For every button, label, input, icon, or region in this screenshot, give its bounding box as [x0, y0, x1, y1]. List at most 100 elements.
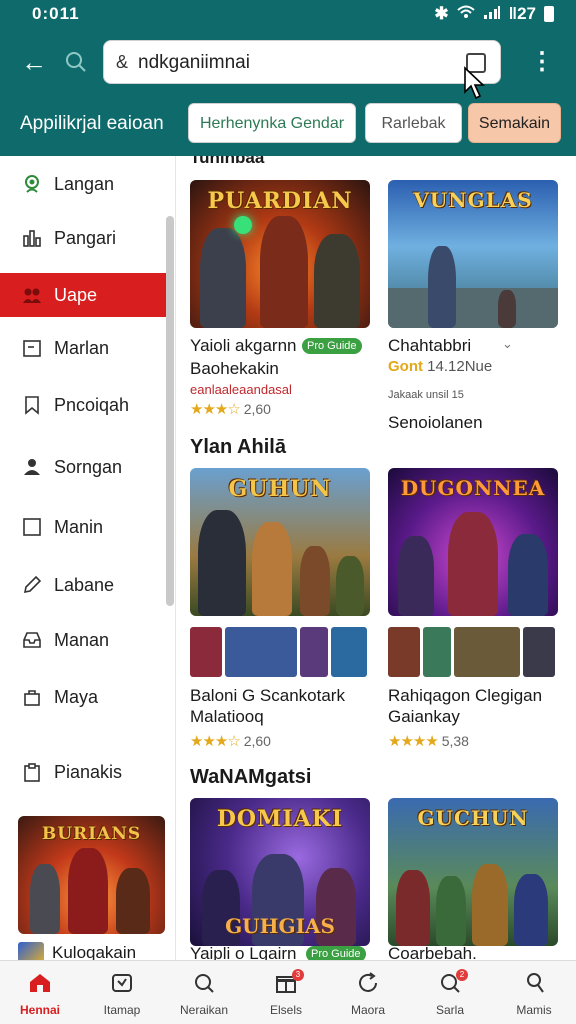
sidebar-item-uape[interactable]: Uape [0, 273, 166, 317]
figure [116, 868, 150, 934]
status-bar: 0:011 ✱ ǁ27 [0, 0, 576, 30]
figure [428, 246, 456, 328]
person-pin-icon [25, 175, 39, 193]
thumbnail[interactable] [331, 627, 367, 677]
back-arrow-icon[interactable]: ← [20, 48, 48, 76]
filter-chip-2[interactable]: Rarlebak [365, 103, 462, 143]
sidebar-item-marlan[interactable]: Marlan [0, 326, 166, 370]
price-label: Gont [388, 358, 423, 375]
game-title-line2: Senoiolanen [388, 413, 483, 432]
thumbnail[interactable] [523, 627, 555, 677]
game-card-image[interactable]: DUGONNEA [388, 468, 558, 616]
home-icon [30, 974, 50, 992]
art-subtitle: GUHGIAS [225, 914, 335, 938]
wifi-icon [456, 4, 475, 24]
more-options-icon[interactable]: ⋮ [530, 48, 554, 76]
game-title[interactable]: Coarbebah. [388, 944, 477, 960]
game-title[interactable]: Baloni G Scankotark [190, 686, 345, 706]
nav-item-elsels[interactable]: 3 Elsels [246, 961, 326, 1024]
nav-item-itamap[interactable]: Itamap [82, 961, 162, 1024]
sidebar-item-sorngan[interactable]: Sorngan [0, 445, 166, 489]
thumbnail[interactable] [454, 627, 520, 677]
figure [508, 534, 548, 616]
game-card-image[interactable]: PUARDIAN [190, 180, 370, 328]
sidebar-item-label: Pncoiqah [54, 394, 130, 415]
nav-label: Elsels [269, 1003, 302, 1017]
figure [498, 290, 516, 328]
game-title-line2: Baohekakin [190, 359, 279, 378]
sidebar-item-pangari[interactable]: Pangari [0, 216, 166, 260]
nav-item-sarla[interactable]: 2 Sarla [410, 961, 490, 1024]
game-title[interactable]: Chahtabbri [388, 336, 471, 356]
nav-item-mamis[interactable]: Mamis [494, 961, 574, 1024]
notification-badge: 3 [292, 969, 304, 981]
search-lead-icon: & [116, 52, 129, 72]
sidebar-item-maya[interactable]: Maya [0, 675, 166, 719]
figure [252, 522, 292, 616]
chevron-down-icon[interactable]: ⌄ [502, 336, 513, 352]
sidebar-item-manan[interactable]: Manan [0, 618, 166, 662]
game-title[interactable]: Rahiqagon Clegigan [388, 686, 542, 706]
search-icon [195, 974, 214, 993]
inbox-icon [112, 974, 132, 992]
nav-item-neraikan[interactable]: Neraikan [164, 961, 244, 1024]
nav-label: Mamis [516, 1003, 552, 1017]
figure [336, 556, 364, 616]
filter-chip-1[interactable]: Herhenynka Gendar [188, 103, 356, 143]
calendar-icon [23, 340, 41, 357]
inbox-icon [23, 632, 41, 648]
screenshot-strip[interactable] [190, 627, 367, 677]
mouse-cursor-icon [464, 66, 485, 100]
game-title[interactable]: Yaipli o Lgairn [190, 944, 296, 960]
thumbnail[interactable] [190, 627, 222, 677]
thumbnail[interactable] [225, 627, 297, 677]
star-rating-icon: ★★★★ [388, 733, 439, 750]
game-card-image[interactable]: GUHUN [190, 468, 370, 616]
refresh-icon [359, 972, 377, 992]
art-title: GUHUN [228, 476, 332, 502]
nav-item-maora[interactable]: Maora [328, 961, 408, 1024]
main-content[interactable]: Tuninbaa PUARDIAN VUNGLAS Yaioli akgarnn… [176, 156, 576, 960]
sidebar-banner-image[interactable]: BURIANS [18, 816, 165, 934]
figure [448, 512, 498, 616]
section-title: Ylan Ahilā [190, 436, 286, 458]
thumbnail[interactable] [423, 627, 451, 677]
search-input[interactable]: & ndkganiimnai [103, 40, 501, 84]
sidebar-item-label: Maya [54, 686, 99, 707]
sidebar-item-pianakis[interactable]: Pianakis [0, 750, 166, 794]
figure [514, 874, 548, 946]
figure [396, 870, 430, 946]
sidebar-item-pncoiqah[interactable]: Pncoiqah [0, 383, 166, 427]
art-title: PUARDIAN [207, 188, 353, 214]
art-title: DUGONNEA [400, 476, 546, 500]
sidebar-scrollbar[interactable] [166, 216, 174, 606]
sidebar-item-label: Labane [54, 574, 115, 595]
screenshot-strip[interactable] [388, 627, 555, 677]
game-card-image[interactable]: VUNGLAS [388, 180, 558, 328]
game-card-image[interactable]: GUCHUN [388, 798, 558, 946]
thumbnail[interactable] [388, 627, 420, 677]
sidebar-item-labane[interactable]: Labane [0, 563, 166, 607]
game-card-image[interactable]: DOMIAKI GUHGIAS [190, 798, 370, 946]
filter-chip-3[interactable]: Semakain [468, 103, 561, 143]
sidebar-item-langan[interactable]: Langan [0, 162, 166, 206]
nav-item-home[interactable]: Hennai [0, 961, 80, 1024]
sidebar-item-label: Manan [54, 629, 110, 650]
clipboard-icon [24, 763, 40, 782]
status-icons: ✱ ǁ27 [434, 4, 554, 24]
game-title-line2: Malatiooq [190, 707, 264, 726]
star-rating-icon: ★★★☆ [190, 401, 241, 418]
sidebar-item-label: Sorngan [54, 456, 123, 477]
game-title[interactable]: Yaioli akgarnn [190, 336, 296, 356]
game-badge: Pro Guide [306, 946, 366, 960]
figure [198, 510, 246, 616]
star-rating-icon: ★★★☆ [190, 733, 241, 750]
thumbnail[interactable] [300, 627, 328, 677]
bluetooth-icon: ✱ [434, 4, 449, 23]
nav-label: Itamap [103, 1003, 141, 1017]
sidebar-item-manin[interactable]: Manin [0, 505, 166, 549]
figure [30, 864, 60, 934]
search-icon[interactable] [64, 50, 88, 74]
sidebar-item-label: Uape [54, 284, 98, 305]
figure [300, 546, 330, 616]
